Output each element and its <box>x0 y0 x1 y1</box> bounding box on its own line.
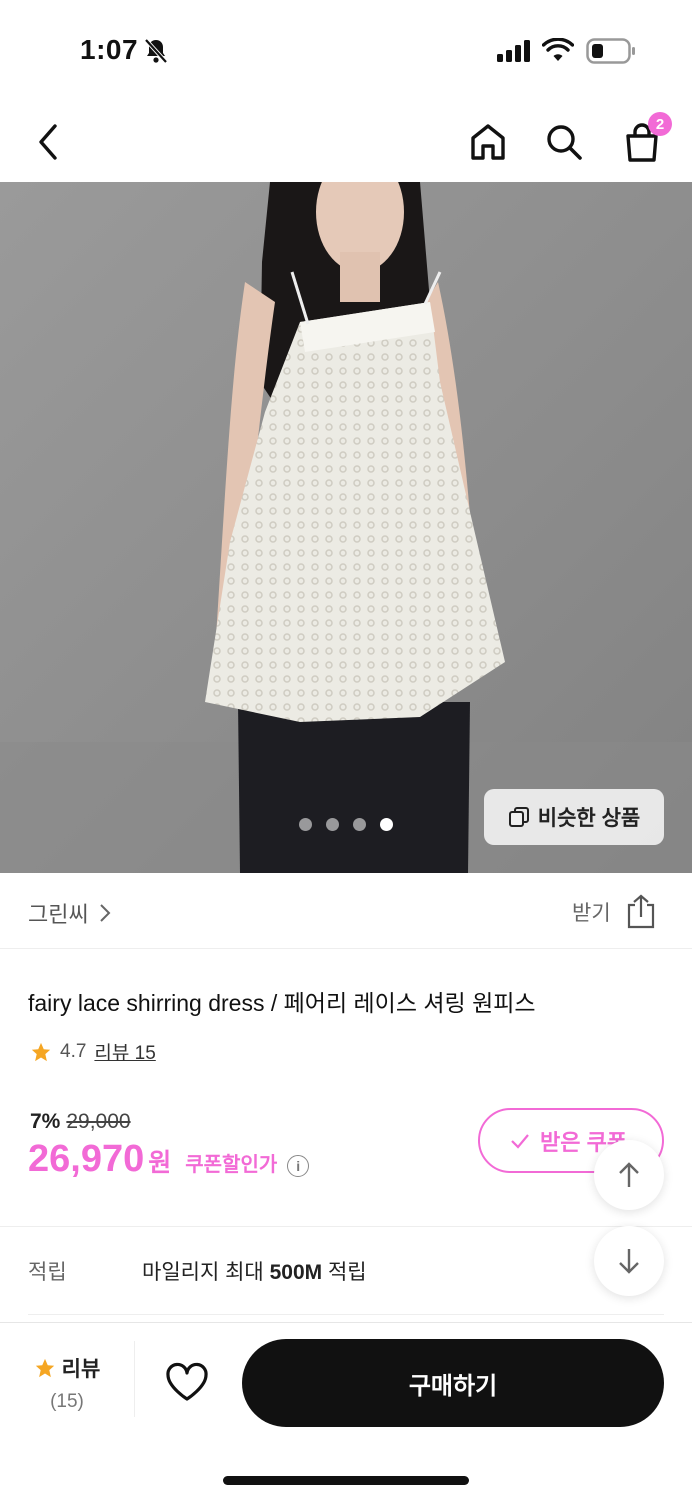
arrow-up-icon <box>619 1162 639 1187</box>
brand-link[interactable]: 그린씨 <box>28 897 111 929</box>
coupon-price-label: 쿠폰할인가 <box>185 1154 278 1176</box>
carousel-dot[interactable] <box>299 818 312 831</box>
cart-count-badge: 2 <box>648 112 672 136</box>
search-icon <box>547 125 582 160</box>
mileage-label: 적립 <box>28 1261 67 1284</box>
chevron-right-icon <box>100 904 111 922</box>
product-photo <box>0 182 692 873</box>
rating-value: 4.7 <box>60 1040 87 1062</box>
similar-products-button[interactable]: 비슷한 상품 <box>484 789 664 845</box>
sale-price: 26,970 <box>28 1138 145 1180</box>
product-image-carousel[interactable]: 비슷한 상품 <box>0 182 692 873</box>
product-rating: 4.7 리뷰 15 <box>30 1038 156 1065</box>
check-icon <box>511 1133 529 1149</box>
carousel-dot[interactable] <box>353 818 366 831</box>
cart-button[interactable]: 2 <box>618 112 672 166</box>
search-button[interactable] <box>540 118 588 166</box>
divider <box>28 1314 664 1315</box>
mileage-row: 적립 마일리지 최대 500M 적립 <box>28 1256 367 1286</box>
product-title: fairy lace shirring dress / 페어리 레이스 셔링 원… <box>28 990 536 1016</box>
arrow-down-icon <box>619 1249 639 1274</box>
chevron-left-icon <box>39 124 57 160</box>
brand-action-label[interactable]: 받기 <box>572 897 611 927</box>
home-button[interactable] <box>464 118 512 166</box>
price-row: 26,970 원 쿠폰할인가 i <box>28 1138 310 1181</box>
original-price: 29,000 <box>66 1110 131 1133</box>
divider <box>134 1341 135 1417</box>
info-icon[interactable]: i <box>287 1155 310 1177</box>
similar-products-label: 비슷한 상품 <box>537 807 641 830</box>
review-link[interactable]: 리뷰 15 <box>94 1038 155 1065</box>
review-count: (15) <box>50 1391 84 1412</box>
back-button[interactable] <box>24 118 72 166</box>
scroll-down-button[interactable] <box>594 1226 664 1296</box>
scroll-up-button[interactable] <box>594 1140 664 1210</box>
top-navigation: 2 <box>0 100 692 182</box>
battery-icon <box>586 38 636 69</box>
status-time: 1:07 <box>80 34 139 65</box>
brand-name: 그린씨 <box>28 902 89 927</box>
star-icon <box>35 1358 54 1378</box>
share-icon[interactable] <box>624 893 658 934</box>
status-bar: 1:07 <box>0 0 692 100</box>
home-indicator <box>223 1476 469 1485</box>
review-summary-button[interactable]: 리뷰 (15) <box>26 1353 108 1413</box>
discount-rate: 7% <box>30 1110 61 1133</box>
mileage-text: 마일리지 최대 500M 적립 <box>142 1261 367 1284</box>
currency-label: 원 <box>148 1149 172 1177</box>
carousel-dot[interactable] <box>326 818 339 831</box>
brand-row: 그린씨 받기 <box>0 873 692 949</box>
cellular-signal-icon <box>497 40 531 67</box>
heart-icon <box>166 1362 208 1401</box>
copy-icon <box>508 807 529 827</box>
bell-off-icon <box>144 38 168 69</box>
divider <box>0 1226 692 1227</box>
home-icon <box>471 124 505 160</box>
discount-row: 7% 29,000 <box>30 1110 131 1134</box>
wishlist-button[interactable] <box>164 1361 210 1408</box>
review-label: 리뷰 <box>61 1358 101 1381</box>
bottom-action-bar: 리뷰 (15) 구매하기 <box>0 1322 692 1500</box>
carousel-dot[interactable] <box>380 818 393 831</box>
star-icon <box>31 1042 51 1061</box>
wifi-icon <box>541 37 575 67</box>
buy-button[interactable]: 구매하기 <box>242 1339 664 1427</box>
